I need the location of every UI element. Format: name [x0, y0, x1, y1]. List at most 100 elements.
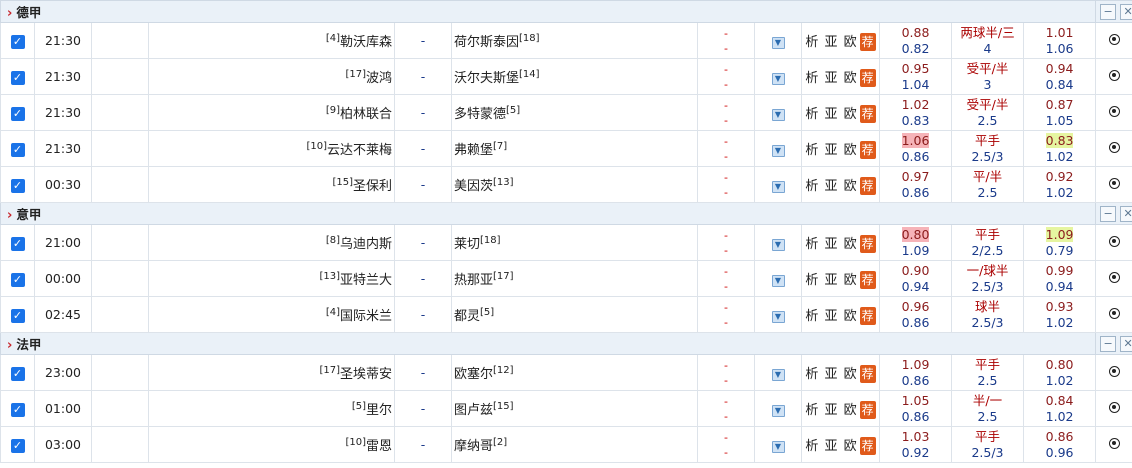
league-name-cell[interactable]: › 德甲	[0, 0, 1097, 23]
football-icon[interactable]	[1108, 272, 1120, 283]
checkbox-cell[interactable]: ✓	[0, 22, 35, 59]
tip-badge[interactable]: 荐	[859, 364, 876, 383]
analysis-links[interactable]: 析 亚 欧	[805, 309, 857, 324]
dropdown-cell[interactable]: ▼	[754, 296, 802, 333]
tip-badge[interactable]: 荐	[859, 436, 876, 455]
chevron-down-icon[interactable]: ▼	[771, 440, 785, 453]
chevron-down-icon[interactable]: ▼	[771, 36, 785, 49]
close-icon[interactable]: ✕	[1120, 205, 1132, 222]
ball-cell[interactable]	[1095, 166, 1132, 203]
home-team-cell[interactable]: [10]雷恩	[148, 426, 395, 463]
links-cell[interactable]: 析 亚 欧荐	[801, 426, 880, 463]
checkbox-icon[interactable]: ✓	[10, 142, 25, 157]
away-team-cell[interactable]: 摩纳哥[2]	[451, 426, 698, 463]
chevron-down-icon[interactable]: ▼	[771, 238, 785, 251]
match-row[interactable]: ✓ 21:00 [8]乌迪内斯 - 莱切[18] -- ▼ 析 亚 欧荐 0.8…	[0, 224, 1132, 261]
checkbox-cell[interactable]: ✓	[0, 166, 35, 203]
away-team-cell[interactable]: 欧塞尔[12]	[451, 354, 698, 391]
tip-badge[interactable]: 荐	[859, 306, 876, 325]
chevron-down-icon[interactable]: ▼	[771, 368, 785, 381]
dropdown-cell[interactable]: ▼	[754, 94, 802, 131]
home-team[interactable]: 亚特兰大	[340, 273, 392, 288]
match-row[interactable]: ✓ 23:00 [17]圣埃蒂安 - 欧塞尔[12] -- ▼ 析 亚 欧荐 1…	[0, 354, 1132, 391]
analysis-links[interactable]: 析 亚 欧	[805, 367, 857, 382]
football-icon[interactable]	[1108, 236, 1120, 247]
chevron-down-icon[interactable]: ▼	[771, 180, 785, 193]
analysis-links[interactable]: 析 亚 欧	[805, 237, 857, 252]
match-row[interactable]: ✓ 03:00 [10]雷恩 - 摩纳哥[2] -- ▼ 析 亚 欧荐 1.03…	[0, 426, 1132, 463]
away-team-cell[interactable]: 弗赖堡[7]	[451, 130, 698, 167]
home-team[interactable]: 圣保利	[353, 179, 392, 194]
away-team-cell[interactable]: 荷尔斯泰因[18]	[451, 22, 698, 59]
match-row[interactable]: ✓ 00:30 [15]圣保利 - 美因茨[13] -- ▼ 析 亚 欧荐 0.…	[0, 166, 1132, 203]
analysis-links[interactable]: 析 亚 欧	[805, 403, 857, 418]
minus-icon[interactable]: −	[1100, 335, 1117, 352]
links-cell[interactable]: 析 亚 欧荐	[801, 296, 880, 333]
checkbox-icon[interactable]: ✓	[10, 106, 25, 121]
dropdown-cell[interactable]: ▼	[754, 22, 802, 59]
league-header[interactable]: › 德甲 − ✕	[0, 0, 1132, 23]
tip-badge[interactable]: 荐	[859, 68, 876, 87]
checkbox-icon[interactable]: ✓	[10, 272, 25, 287]
home-team-cell[interactable]: [10]云达不莱梅	[148, 130, 395, 167]
match-row[interactable]: ✓ 21:30 [17]波鸿 - 沃尔夫斯堡[14] -- ▼ 析 亚 欧荐 0…	[0, 58, 1132, 95]
ball-cell[interactable]	[1095, 426, 1132, 463]
away-team-cell[interactable]: 莱切[18]	[451, 224, 698, 261]
tip-badge[interactable]: 荐	[859, 176, 876, 195]
checkbox-cell[interactable]: ✓	[0, 260, 35, 297]
tip-badge[interactable]: 荐	[859, 32, 876, 51]
dropdown-cell[interactable]: ▼	[754, 260, 802, 297]
away-team[interactable]: 欧塞尔	[454, 367, 493, 382]
links-cell[interactable]: 析 亚 欧荐	[801, 166, 880, 203]
football-icon[interactable]	[1108, 34, 1120, 45]
links-cell[interactable]: 析 亚 欧荐	[801, 130, 880, 167]
checkbox-icon[interactable]: ✓	[10, 34, 25, 49]
chevron-down-icon[interactable]: ▼	[771, 274, 785, 287]
dropdown-cell[interactable]: ▼	[754, 426, 802, 463]
analysis-links[interactable]: 析 亚 欧	[805, 439, 857, 454]
match-row[interactable]: ✓ 21:30 [4]勒沃库森 - 荷尔斯泰因[18] -- ▼ 析 亚 欧荐 …	[0, 22, 1132, 59]
dropdown-cell[interactable]: ▼	[754, 130, 802, 167]
ball-cell[interactable]	[1095, 296, 1132, 333]
league-name-cell[interactable]: › 法甲	[0, 332, 1097, 355]
links-cell[interactable]: 析 亚 欧荐	[801, 390, 880, 427]
home-team[interactable]: 云达不莱梅	[327, 143, 392, 158]
away-team-cell[interactable]: 沃尔夫斯堡[14]	[451, 58, 698, 95]
analysis-links[interactable]: 析 亚 欧	[805, 179, 857, 194]
home-team[interactable]: 勒沃库森	[340, 35, 392, 50]
home-team[interactable]: 波鸿	[366, 71, 392, 86]
away-team[interactable]: 美因茨	[454, 179, 493, 194]
home-team[interactable]: 乌迪内斯	[340, 237, 392, 252]
match-row[interactable]: ✓ 00:00 [13]亚特兰大 - 热那亚[17] -- ▼ 析 亚 欧荐 0…	[0, 260, 1132, 297]
dropdown-cell[interactable]: ▼	[754, 354, 802, 391]
ball-cell[interactable]	[1095, 22, 1132, 59]
chevron-down-icon[interactable]: ▼	[771, 310, 785, 323]
links-cell[interactable]: 析 亚 欧荐	[801, 22, 880, 59]
away-team[interactable]: 荷尔斯泰因	[454, 35, 519, 50]
home-team-cell[interactable]: [4]国际米兰	[148, 296, 395, 333]
away-team[interactable]: 弗赖堡	[454, 143, 493, 158]
checkbox-icon[interactable]: ✓	[10, 236, 25, 251]
away-team[interactable]: 多特蒙德	[454, 107, 506, 122]
tip-badge[interactable]: 荐	[859, 234, 876, 253]
league-header[interactable]: › 法甲 − ✕	[0, 332, 1132, 355]
football-icon[interactable]	[1108, 106, 1120, 117]
checkbox-cell[interactable]: ✓	[0, 296, 35, 333]
checkbox-cell[interactable]: ✓	[0, 426, 35, 463]
away-team[interactable]: 图卢兹	[454, 403, 493, 418]
home-team-cell[interactable]: [5]里尔	[148, 390, 395, 427]
home-team-cell[interactable]: [17]圣埃蒂安	[148, 354, 395, 391]
home-team-cell[interactable]: [9]柏林联合	[148, 94, 395, 131]
home-team[interactable]: 柏林联合	[340, 107, 392, 122]
away-team-cell[interactable]: 图卢兹[15]	[451, 390, 698, 427]
links-cell[interactable]: 析 亚 欧荐	[801, 94, 880, 131]
home-team-cell[interactable]: [8]乌迪内斯	[148, 224, 395, 261]
football-icon[interactable]	[1108, 438, 1120, 449]
dropdown-cell[interactable]: ▼	[754, 224, 802, 261]
dropdown-cell[interactable]: ▼	[754, 58, 802, 95]
tip-badge[interactable]: 荐	[859, 104, 876, 123]
ball-cell[interactable]	[1095, 260, 1132, 297]
home-team-cell[interactable]: [13]亚特兰大	[148, 260, 395, 297]
tip-badge[interactable]: 荐	[859, 400, 876, 419]
away-team[interactable]: 摩纳哥	[454, 439, 493, 454]
